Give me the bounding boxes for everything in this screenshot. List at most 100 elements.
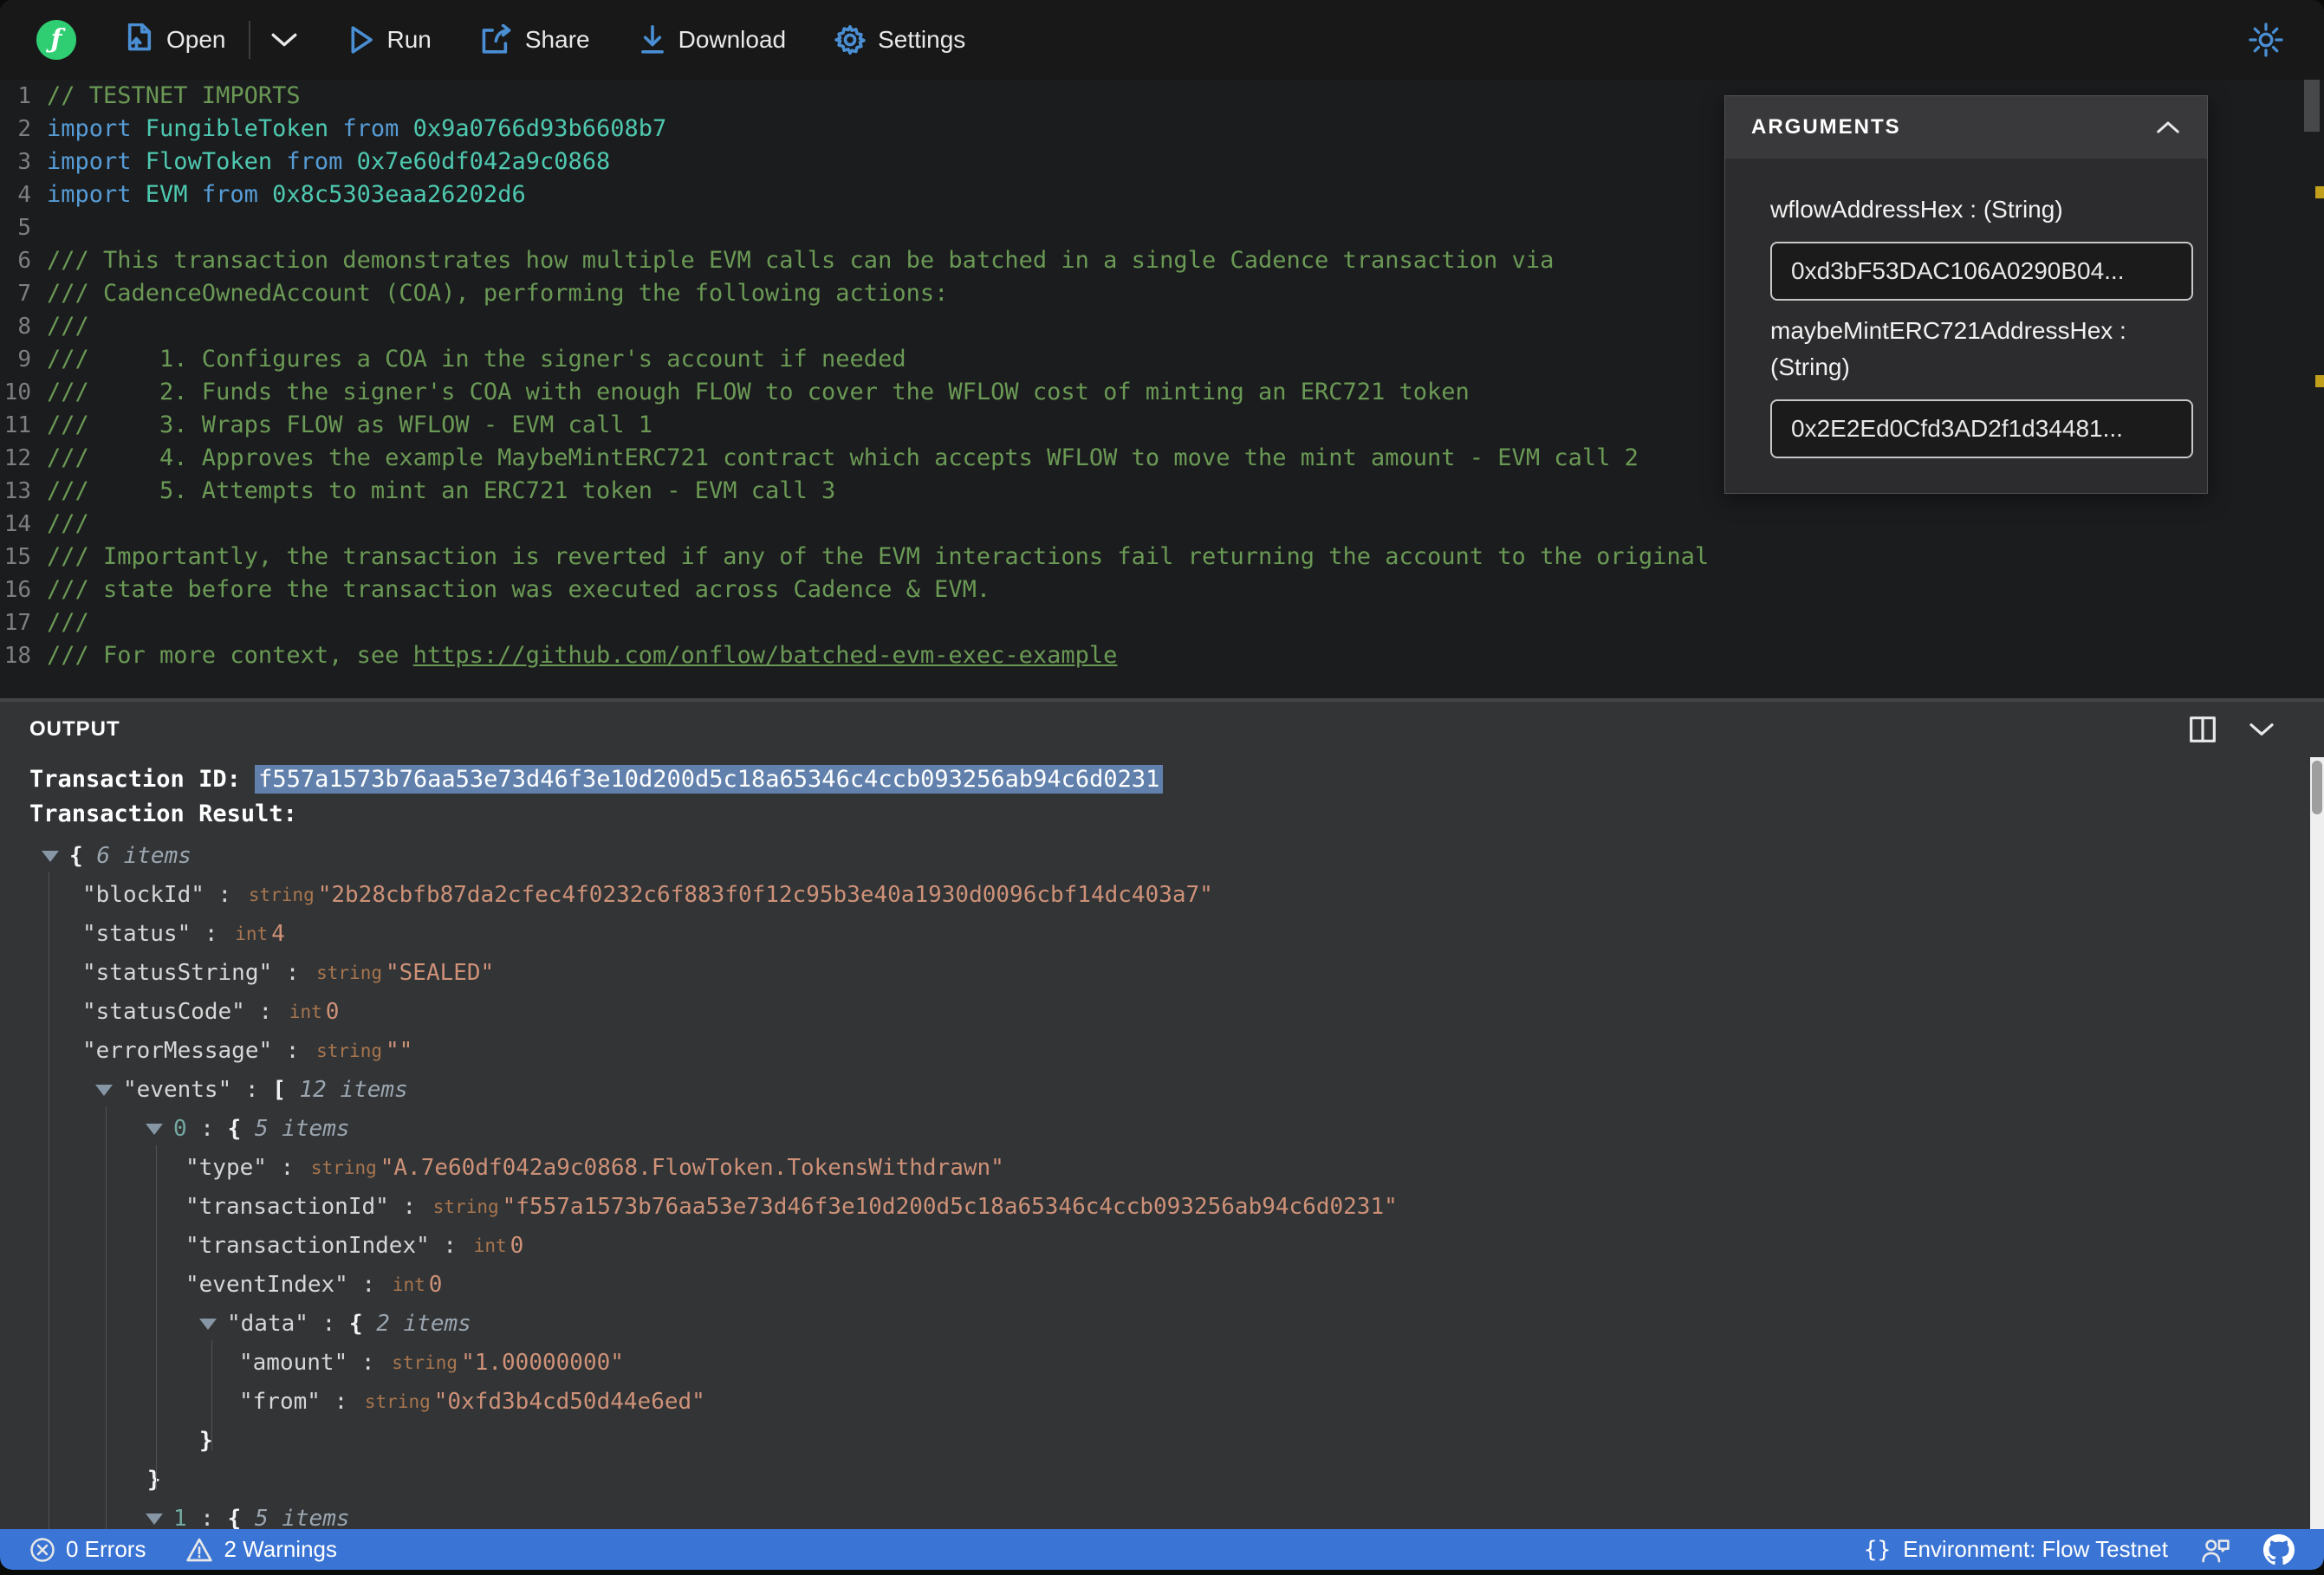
text-segment: "statusCode"	[82, 999, 245, 1025]
theme-toggle-sun-icon[interactable]	[2248, 22, 2284, 58]
collapse-caret-icon[interactable]	[95, 1085, 113, 1096]
tree-row: "statusCode" : int 0	[0, 993, 2298, 1032]
settings-button[interactable]: Settings	[834, 24, 965, 55]
text-segment: 0	[510, 1233, 524, 1259]
text-segment: from	[342, 115, 413, 142]
text-segment: :	[320, 1389, 361, 1415]
code-line: 16 /// state before the transaction was e…	[0, 574, 2300, 606]
argument-input[interactable]	[1770, 242, 2193, 301]
transaction-result-text: Transaction Result:	[29, 800, 297, 827]
text-segment: string	[392, 1352, 458, 1373]
line-number: 8	[17, 314, 31, 340]
output-scrollbar-thumb[interactable]	[2312, 761, 2322, 814]
code-line-text: import FungibleToken from 0x9a0766d93b66…	[47, 113, 666, 146]
share-label: Share	[524, 26, 590, 53]
github-icon[interactable]	[2263, 1533, 2295, 1565]
output-header: OUTPUT	[0, 702, 2324, 757]
text-segment: from	[201, 181, 273, 208]
transaction-id-value[interactable]: f557a1573b76aa53e73d46f3e10d200d5c18a653…	[255, 765, 1164, 794]
code-line-text: ///	[47, 310, 89, 343]
run-button[interactable]: Run	[347, 24, 432, 55]
chevron-up-icon[interactable]	[2155, 119, 2181, 136]
code-line: 17 ///	[0, 606, 2300, 639]
text-segment: "1.00000000"	[461, 1350, 624, 1376]
open-dropdown-button[interactable]	[269, 30, 299, 49]
output-content: Transaction ID: f557a1573b76aa53e73d46f3…	[0, 762, 2298, 1533]
code-line-text: /// 1. Configures a COA in the signer's …	[47, 343, 906, 376]
download-button[interactable]: Download	[639, 24, 786, 55]
warnings-status[interactable]: 2 Warnings	[185, 1536, 337, 1563]
text-segment: string	[316, 1040, 382, 1061]
text-segment: 4	[271, 921, 285, 947]
feedback-person-icon[interactable]	[2201, 1536, 2230, 1564]
editor-scrollbar[interactable]	[2300, 80, 2324, 698]
line-number: 6	[17, 248, 31, 274]
line-number: 5	[17, 215, 31, 241]
text-segment: "transactionId"	[185, 1194, 389, 1220]
tree-row: "transactionId" : string "f557a1573b76aa5…	[0, 1188, 2298, 1227]
text-segment: 0x8c5303eaa26202d6	[272, 181, 526, 208]
output-scrollbar[interactable]	[2310, 757, 2324, 1533]
flow-logo-icon[interactable]: ƒ	[36, 20, 76, 60]
text-segment: "0xfd3b4cd50d44e6ed"	[433, 1389, 705, 1415]
environment-status[interactable]: {} Environment: Flow Testnet	[1864, 1536, 2168, 1563]
collapse-caret-icon[interactable]	[146, 1124, 163, 1135]
collapse-caret-icon[interactable]	[199, 1319, 217, 1330]
line-number: 7	[17, 281, 31, 307]
text-segment: // TESTNET IMPORTS	[47, 82, 301, 109]
text-segment: "blockId"	[82, 882, 204, 908]
line-number: 11	[3, 412, 31, 438]
share-button[interactable]: Share	[480, 24, 590, 55]
tree-row: "statusString" : string "SEALED"	[0, 954, 2298, 993]
warnings-count-label: 2 Warnings	[224, 1536, 338, 1562]
text-segment: "type"	[185, 1155, 267, 1181]
line-number: 4	[17, 182, 31, 208]
toolbar-divider	[248, 21, 250, 59]
code-line-text: /// This transaction demonstrates how mu…	[47, 244, 1554, 277]
open-button[interactable]: Open	[125, 23, 226, 56]
line-number: 2	[17, 116, 31, 142]
argument-input[interactable]	[1770, 399, 2193, 458]
text-segment: "transactionIndex"	[185, 1233, 430, 1259]
text-segment: /// 5. Attempts to mint an ERC721 token …	[47, 477, 836, 504]
code-link[interactable]: https://github.com/onflow/batched-evm-ex…	[413, 642, 1118, 669]
errors-count-label: 0 Errors	[66, 1536, 146, 1562]
text-segment: 2 items	[376, 1311, 471, 1337]
collapse-caret-icon[interactable]	[42, 851, 59, 862]
code-editor[interactable]: 1 // TESTNET IMPORTS 2 import FungibleToken…	[0, 80, 2324, 698]
text-segment: :	[186, 1506, 228, 1532]
collapse-output-chevron-icon[interactable]	[2248, 721, 2275, 738]
line-number: 10	[3, 379, 31, 405]
errors-status[interactable]: 0 Errors	[29, 1536, 146, 1563]
code-line-text: import FlowToken from 0x7e60df042a9c0868	[47, 146, 610, 178]
text-segment: :	[204, 882, 245, 908]
text-segment: 0	[173, 1116, 187, 1142]
tree-row: }	[0, 1422, 2298, 1461]
tree-row: "events" : [ 12 items	[0, 1071, 2298, 1110]
text-segment: :	[244, 999, 286, 1025]
text-segment: "SEALED"	[385, 960, 495, 986]
text-segment: 12 items	[299, 1077, 408, 1103]
text-segment: int	[473, 1235, 507, 1256]
chevron-down-icon	[271, 33, 296, 47]
collapse-caret-icon[interactable]	[146, 1513, 163, 1525]
indent-guide	[211, 1340, 212, 1450]
output-title: OUTPUT	[29, 717, 120, 741]
editor-scrollbar-thumb[interactable]	[2304, 80, 2320, 132]
arguments-panel-header[interactable]: ARGUMENTS	[1725, 96, 2207, 159]
code-line-text: /// 4. Approves the example MaybeMintERC…	[47, 442, 1639, 475]
status-bar: 0 Errors 2 Warnings {} Environment: Flow…	[0, 1529, 2324, 1570]
text-segment: "events"	[123, 1077, 232, 1103]
settings-label: Settings	[878, 26, 966, 53]
line-number: 14	[3, 511, 31, 537]
download-icon	[640, 24, 664, 54]
code-line: 15 /// Importantly, the transaction is re…	[0, 541, 2300, 574]
text-segment: FungibleToken	[145, 115, 343, 142]
text-segment: int	[289, 1001, 322, 1022]
code-line-text: /// CadenceOwnedAccount (COA), performin…	[47, 277, 948, 310]
text-segment: ///	[47, 510, 89, 537]
split-view-icon[interactable]	[2189, 716, 2217, 743]
text-segment: {	[348, 1311, 377, 1337]
code-line-text: import EVM from 0x8c5303eaa26202d6	[47, 178, 526, 211]
tree-row: { 6 items	[0, 837, 2298, 876]
